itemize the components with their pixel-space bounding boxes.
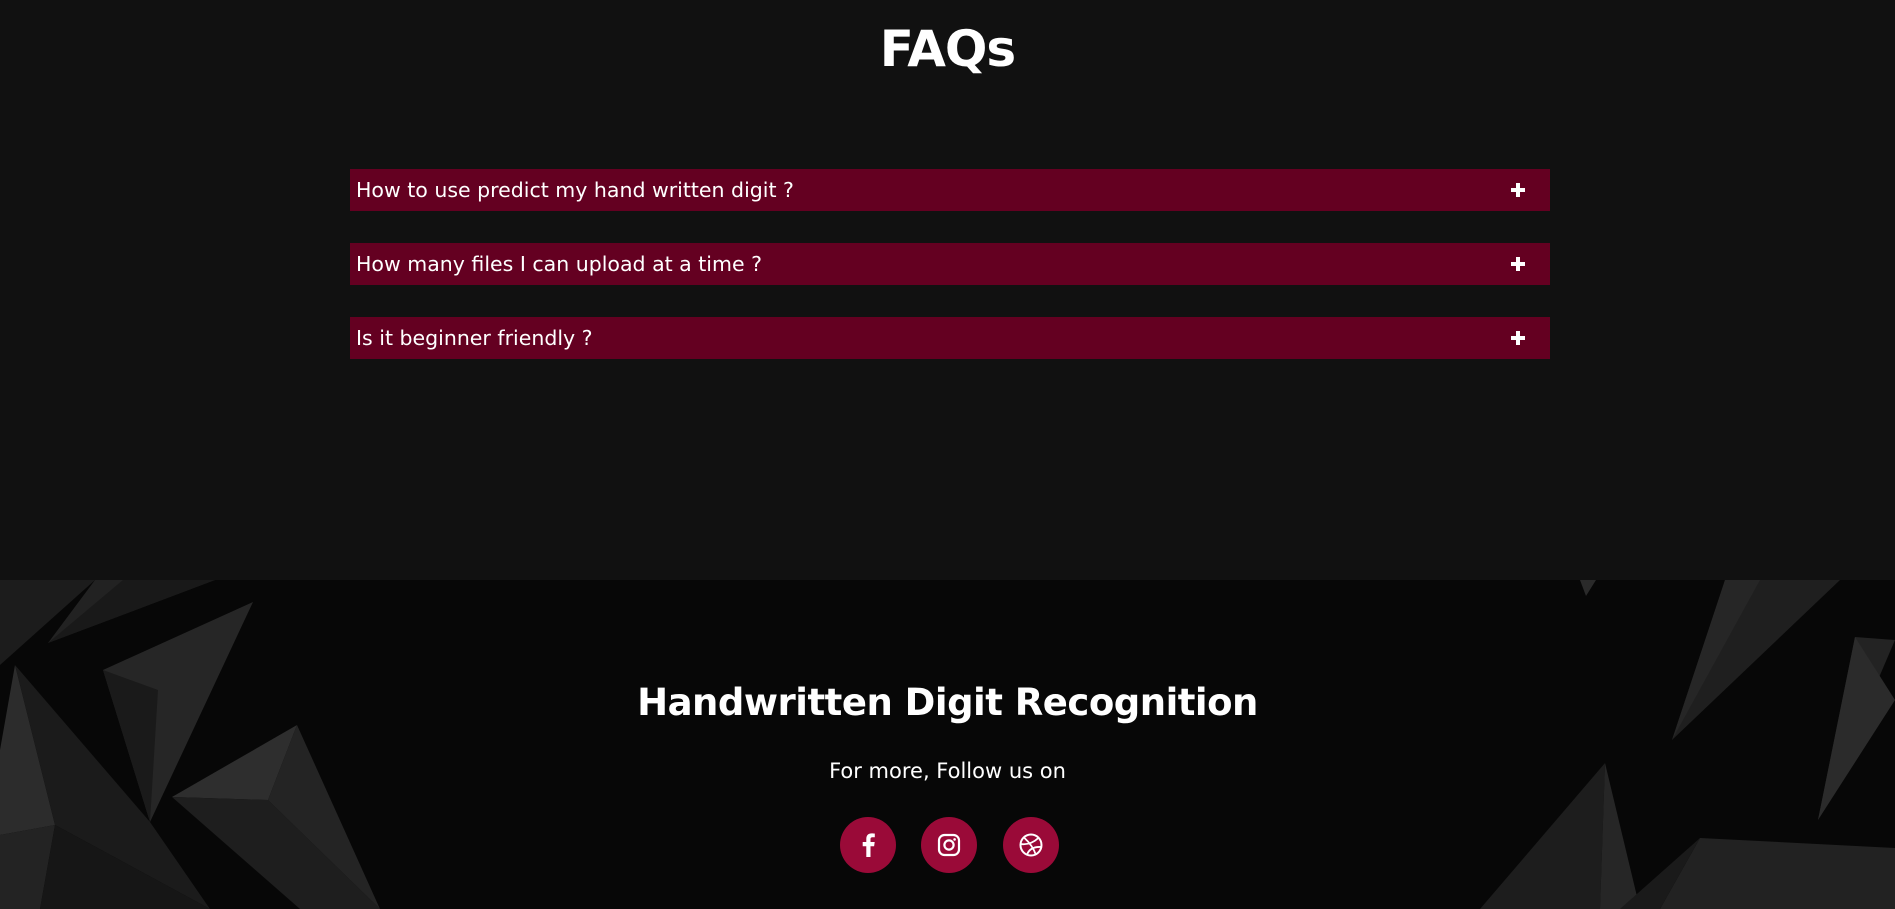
- faq-question: How many files I can upload at a time ?: [356, 252, 762, 276]
- footer: Handwritten Digit Recognition For more, …: [0, 580, 1895, 909]
- plus-icon[interactable]: [1511, 257, 1525, 271]
- instagram-icon: [937, 833, 961, 857]
- faq-title: FAQs: [879, 20, 1016, 78]
- dribbble-icon: [1019, 833, 1043, 857]
- faq-item[interactable]: How many files I can upload at a time ?: [350, 243, 1550, 285]
- footer-title: Handwritten Digit Recognition: [637, 681, 1258, 724]
- faq-question: How to use predict my hand written digit…: [356, 178, 794, 202]
- faq-list: How to use predict my hand written digit…: [350, 169, 1550, 391]
- plus-icon[interactable]: [1511, 331, 1525, 345]
- facebook-icon: [862, 833, 875, 857]
- follow-text: For more, Follow us on: [829, 759, 1066, 783]
- faq-question: Is it beginner friendly ?: [356, 326, 593, 350]
- faq-item[interactable]: How to use predict my hand written digit…: [350, 169, 1550, 211]
- facebook-button[interactable]: [840, 817, 896, 873]
- instagram-button[interactable]: [921, 817, 977, 873]
- dribbble-button[interactable]: [1003, 817, 1059, 873]
- faq-section: FAQs How to use predict my hand written …: [0, 0, 1895, 580]
- plus-icon[interactable]: [1511, 183, 1525, 197]
- faq-item[interactable]: Is it beginner friendly ?: [350, 317, 1550, 359]
